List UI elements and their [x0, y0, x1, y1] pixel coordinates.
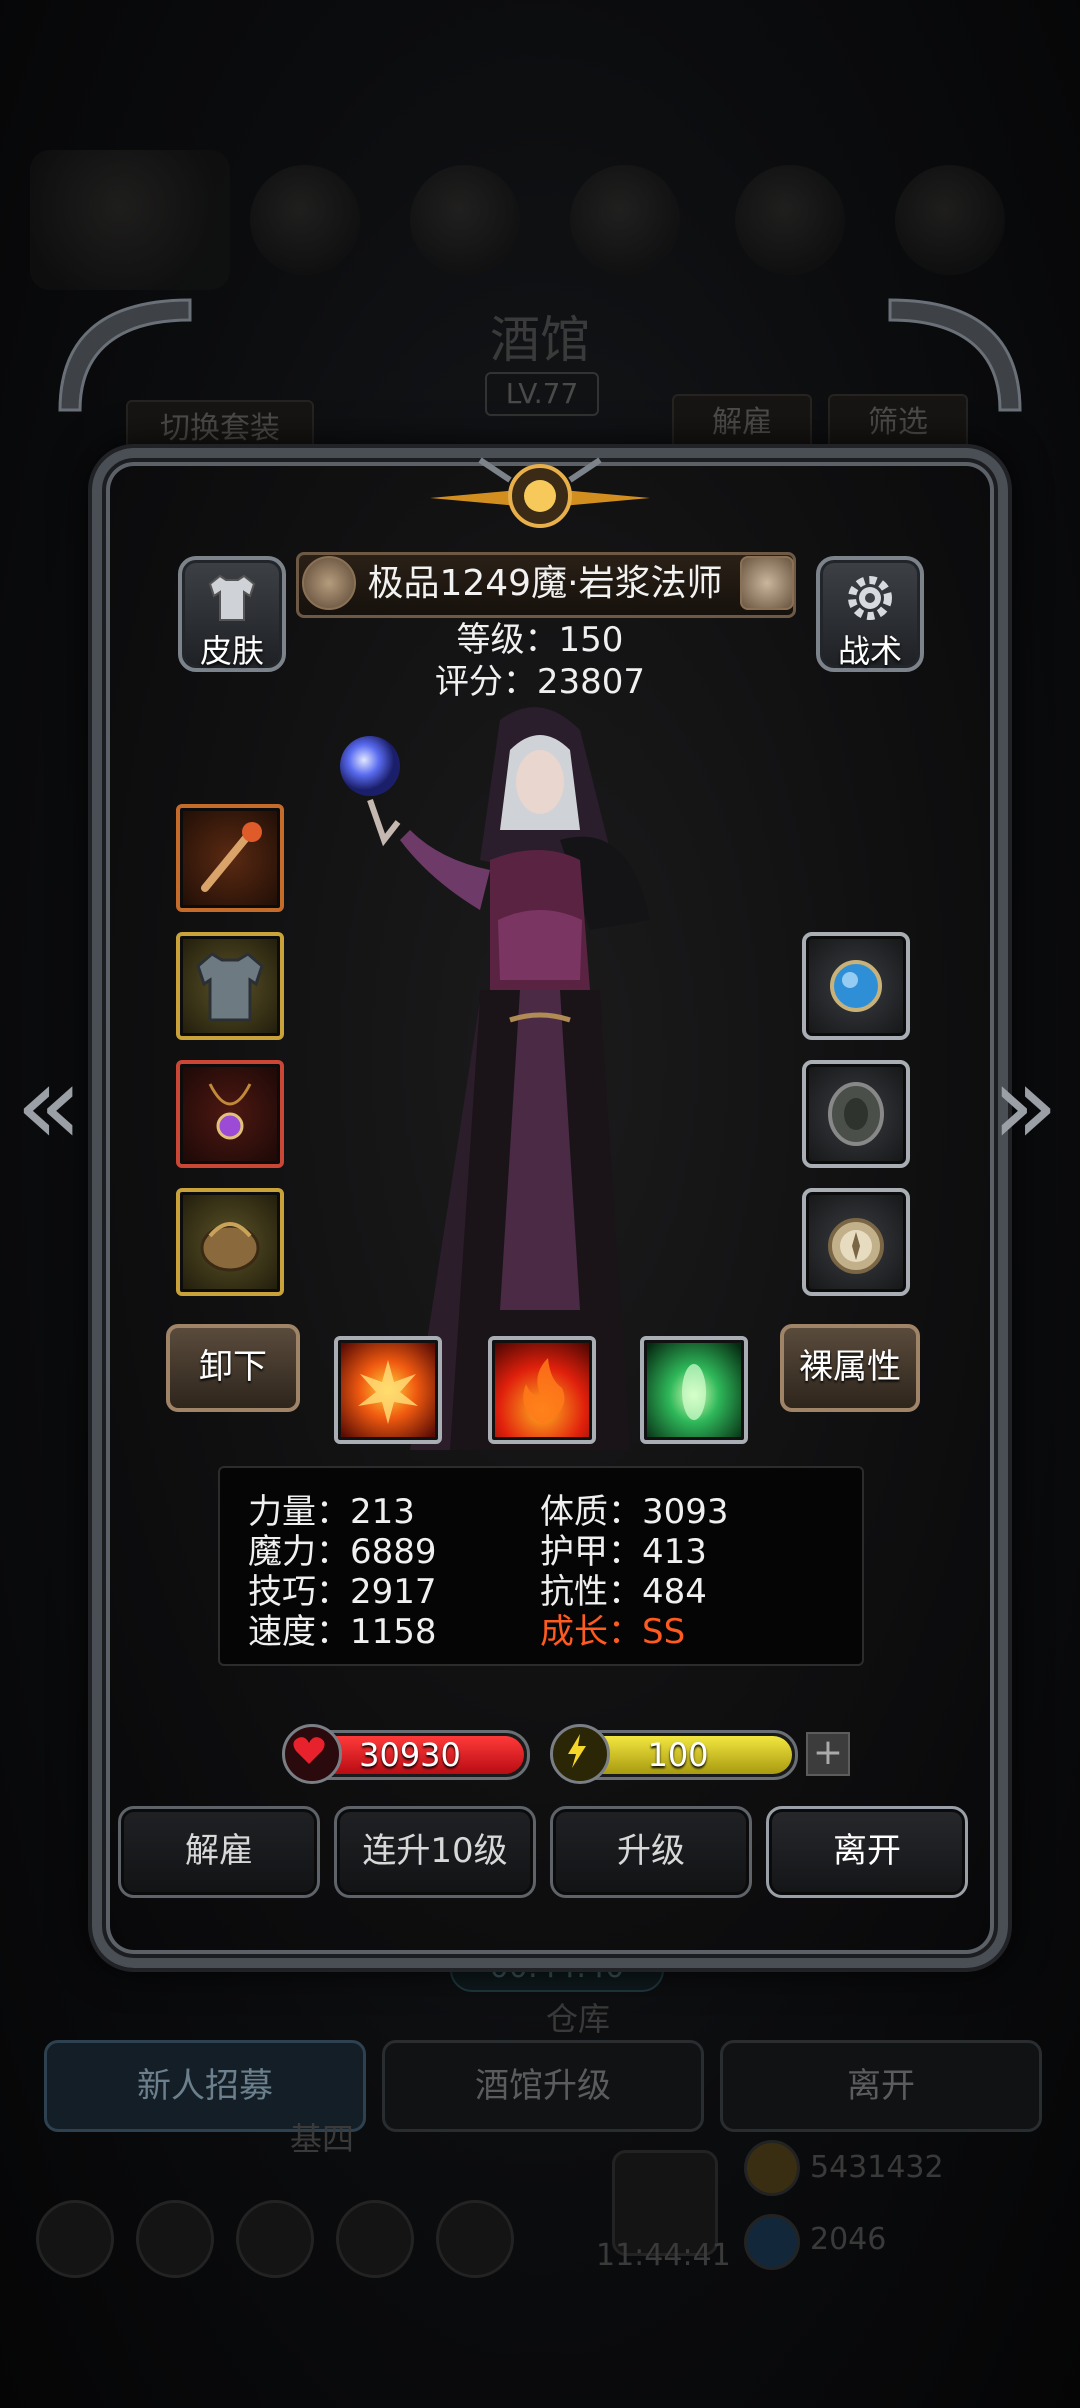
staff-icon	[201, 822, 262, 892]
hero-name: 极品1249魔·岩浆法师	[367, 563, 723, 604]
skill-slot-2[interactable]	[488, 1336, 596, 1444]
bg-portrait-icon	[30, 150, 230, 290]
bg-menu-icon	[250, 165, 360, 275]
lightning-icon	[550, 1724, 610, 1784]
attr-speed: 速度：1158	[248, 1612, 437, 1652]
amulet-icon	[208, 1083, 252, 1140]
frame-crest-emblem	[430, 457, 650, 528]
fire-skill-icon	[523, 1358, 565, 1424]
bg-gold-amount: 5431432	[810, 2150, 944, 2185]
bg-tavern-upgrade-button: 酒馆升级	[382, 2040, 704, 2132]
equip-slot-weapon[interactable]	[176, 804, 284, 912]
bg-tavern-title: 酒馆	[490, 311, 590, 369]
add-energy-button[interactable]: +	[806, 1732, 850, 1776]
equip-slot-shield[interactable]	[802, 1060, 910, 1168]
bg-gold-icon	[744, 2140, 800, 2196]
heal-skill-icon	[682, 1364, 706, 1420]
bg-tavern-level: LV.77	[485, 372, 599, 416]
edit-name-icon[interactable]	[740, 556, 794, 610]
level-up-button[interactable]: 升级	[550, 1806, 752, 1898]
explosion-skill-icon	[358, 1360, 418, 1424]
base-attributes-button[interactable]: 裸属性	[780, 1324, 920, 1412]
medal-icon	[302, 556, 356, 610]
bg-menu-icon	[410, 165, 520, 275]
skin-button[interactable]: 皮肤	[178, 556, 286, 672]
frame-corner-ornament	[58, 298, 192, 412]
tactics-button-label: 战术	[837, 632, 902, 670]
bg-menu-icon	[735, 165, 845, 275]
bg-clock: 11:44:41	[596, 2238, 731, 2273]
bg-nav-icon	[436, 2200, 514, 2278]
shirt-icon	[208, 574, 256, 621]
unequip-button[interactable]: 卸下	[166, 1324, 300, 1412]
robe-icon	[196, 952, 264, 1022]
frame-corner-ornament	[888, 298, 1022, 412]
skill-slot-1[interactable]	[334, 1336, 442, 1444]
bg-gem-icon	[744, 2214, 800, 2270]
next-hero-arrow-icon[interactable]: »	[990, 1050, 1060, 1160]
gear-icon	[848, 576, 892, 620]
equip-slot-bag[interactable]	[176, 1188, 284, 1296]
bg-nav-icon	[36, 2200, 114, 2278]
leave-button[interactable]: 离开	[766, 1806, 968, 1898]
bg-nav-icon	[236, 2200, 314, 2278]
bg-estate-label: 基四	[290, 2120, 355, 2158]
bg-gem-amount: 2046	[810, 2222, 887, 2257]
equip-slot-trinket[interactable]	[802, 1188, 910, 1296]
bag-icon	[200, 1222, 260, 1272]
bg-nav-icon	[136, 2200, 214, 2278]
dismiss-button[interactable]: 解雇	[118, 1806, 320, 1898]
skin-button-label: 皮肤	[199, 632, 264, 670]
tactics-button[interactable]: 战术	[816, 556, 924, 672]
heart-icon	[282, 1724, 342, 1784]
shield-icon	[828, 1082, 884, 1146]
bg-dismiss-button: 解雇	[672, 394, 812, 452]
level-up-10-button[interactable]: 连升10级	[334, 1806, 536, 1898]
orb-icon	[830, 960, 882, 1012]
attr-growth: 成长：SS	[540, 1612, 686, 1652]
bg-warehouse-label: 仓库	[546, 2000, 611, 2038]
bg-menu-icon	[895, 165, 1005, 275]
equip-slot-orb[interactable]	[802, 932, 910, 1040]
bg-menu-icon	[570, 165, 680, 275]
skill-slot-3[interactable]	[640, 1336, 748, 1444]
bg-leave-button: 离开	[720, 2040, 1042, 2132]
equip-slot-armor[interactable]	[176, 932, 284, 1040]
equip-slot-necklace[interactable]	[176, 1060, 284, 1168]
bg-nav-icon	[336, 2200, 414, 2278]
previous-hero-arrow-icon[interactable]: «	[14, 1050, 84, 1160]
compass-icon	[828, 1218, 884, 1274]
